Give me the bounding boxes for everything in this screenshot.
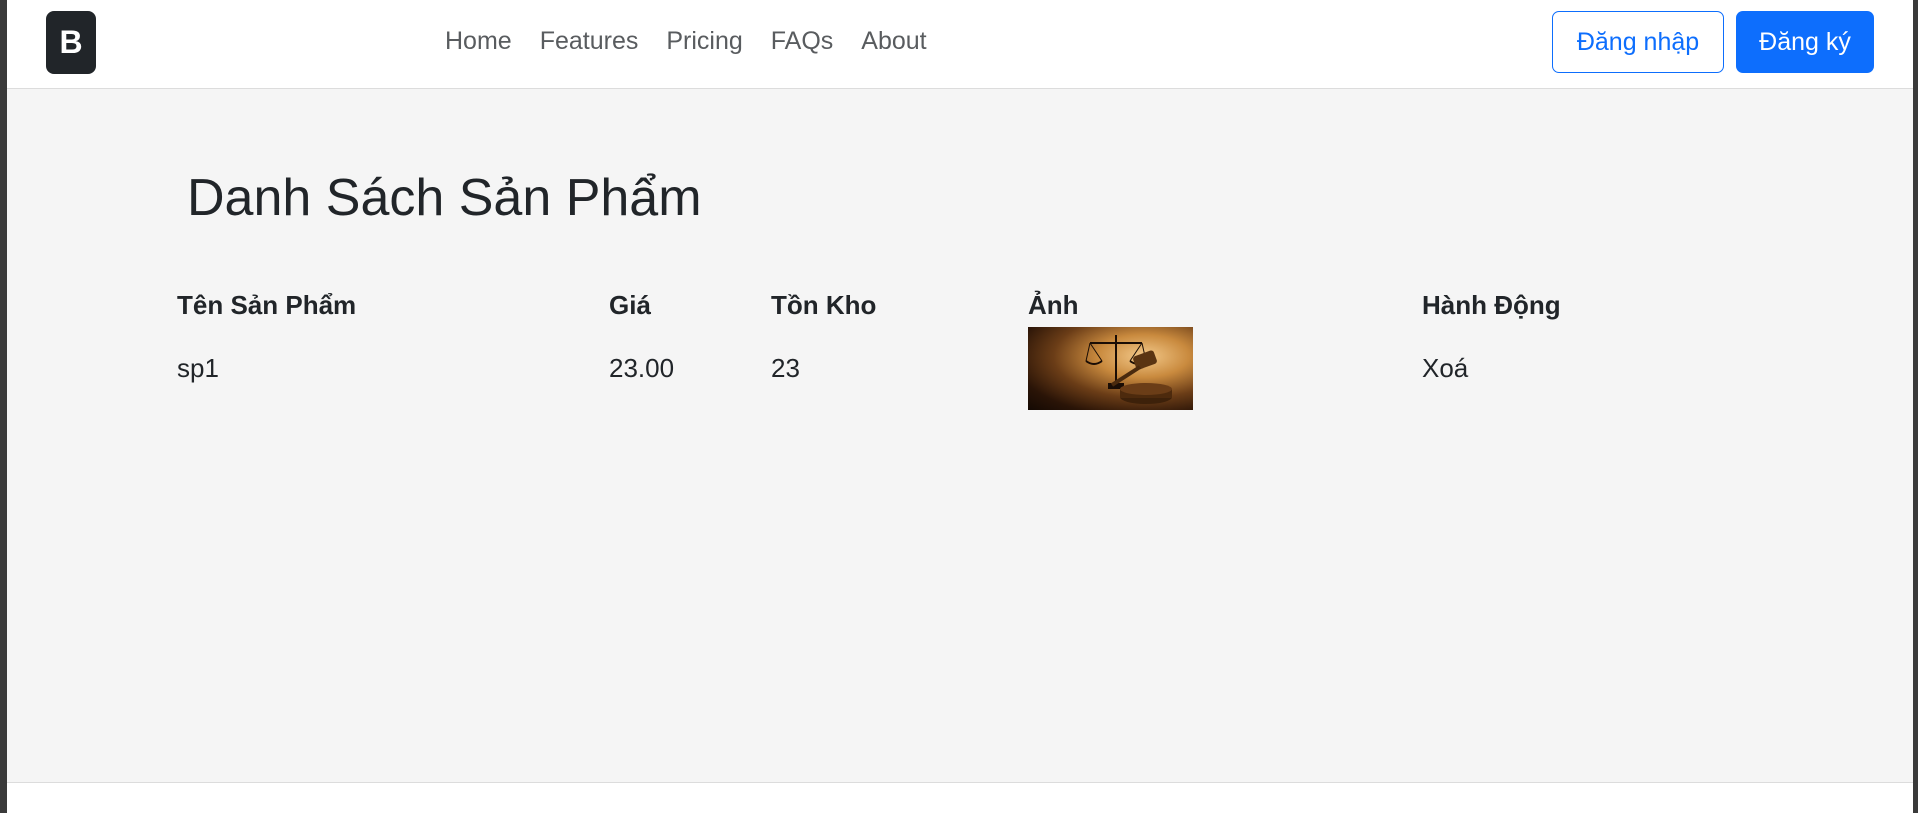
gavel-scales-icon bbox=[1085, 334, 1172, 404]
product-image bbox=[1028, 326, 1193, 410]
table-row: sp1 23.00 23 Xoá bbox=[167, 325, 1712, 411]
column-header-image: Ảnh bbox=[1028, 289, 1079, 320]
column-header-name: Tên Sản Phẩm bbox=[177, 289, 357, 320]
footer bbox=[7, 782, 1913, 813]
nav-link-about[interactable]: About bbox=[847, 22, 940, 60]
column-header-price: Giá bbox=[609, 289, 651, 320]
nav-link-features[interactable]: Features bbox=[526, 22, 653, 60]
cell-stock: 23 bbox=[771, 352, 800, 383]
cell-product-name: sp1 bbox=[177, 352, 219, 383]
nav-links: Home Features Pricing FAQs About bbox=[431, 22, 941, 60]
login-button[interactable]: Đăng nhập bbox=[1552, 11, 1724, 73]
cell-price: 23.00 bbox=[609, 352, 675, 383]
cell-action: Xoá bbox=[1412, 325, 1712, 411]
table-header-row: Tên Sản Phẩm Giá Tồn Kho Ảnh Hành Động bbox=[167, 285, 1712, 325]
nav-link-home[interactable]: Home bbox=[431, 22, 526, 60]
browser-page: B Home Features Pricing FAQs About Đăng … bbox=[7, 0, 1913, 813]
top-navbar: B Home Features Pricing FAQs About Đăng … bbox=[7, 0, 1913, 89]
column-header-action: Hành Động bbox=[1422, 289, 1561, 320]
nav-link-pricing[interactable]: Pricing bbox=[652, 22, 756, 60]
cell-image bbox=[1018, 325, 1412, 411]
page-title: Danh Sách Sản Phẩm bbox=[187, 169, 702, 227]
column-header-stock: Tồn Kho bbox=[771, 289, 877, 320]
product-table: Tên Sản Phẩm Giá Tồn Kho Ảnh Hành Động s… bbox=[167, 285, 1712, 411]
brand-logo[interactable]: B bbox=[46, 11, 96, 74]
nav-link-faqs[interactable]: FAQs bbox=[757, 22, 848, 60]
delete-link[interactable]: Xoá bbox=[1422, 353, 1468, 383]
signup-button[interactable]: Đăng ký bbox=[1736, 11, 1874, 73]
